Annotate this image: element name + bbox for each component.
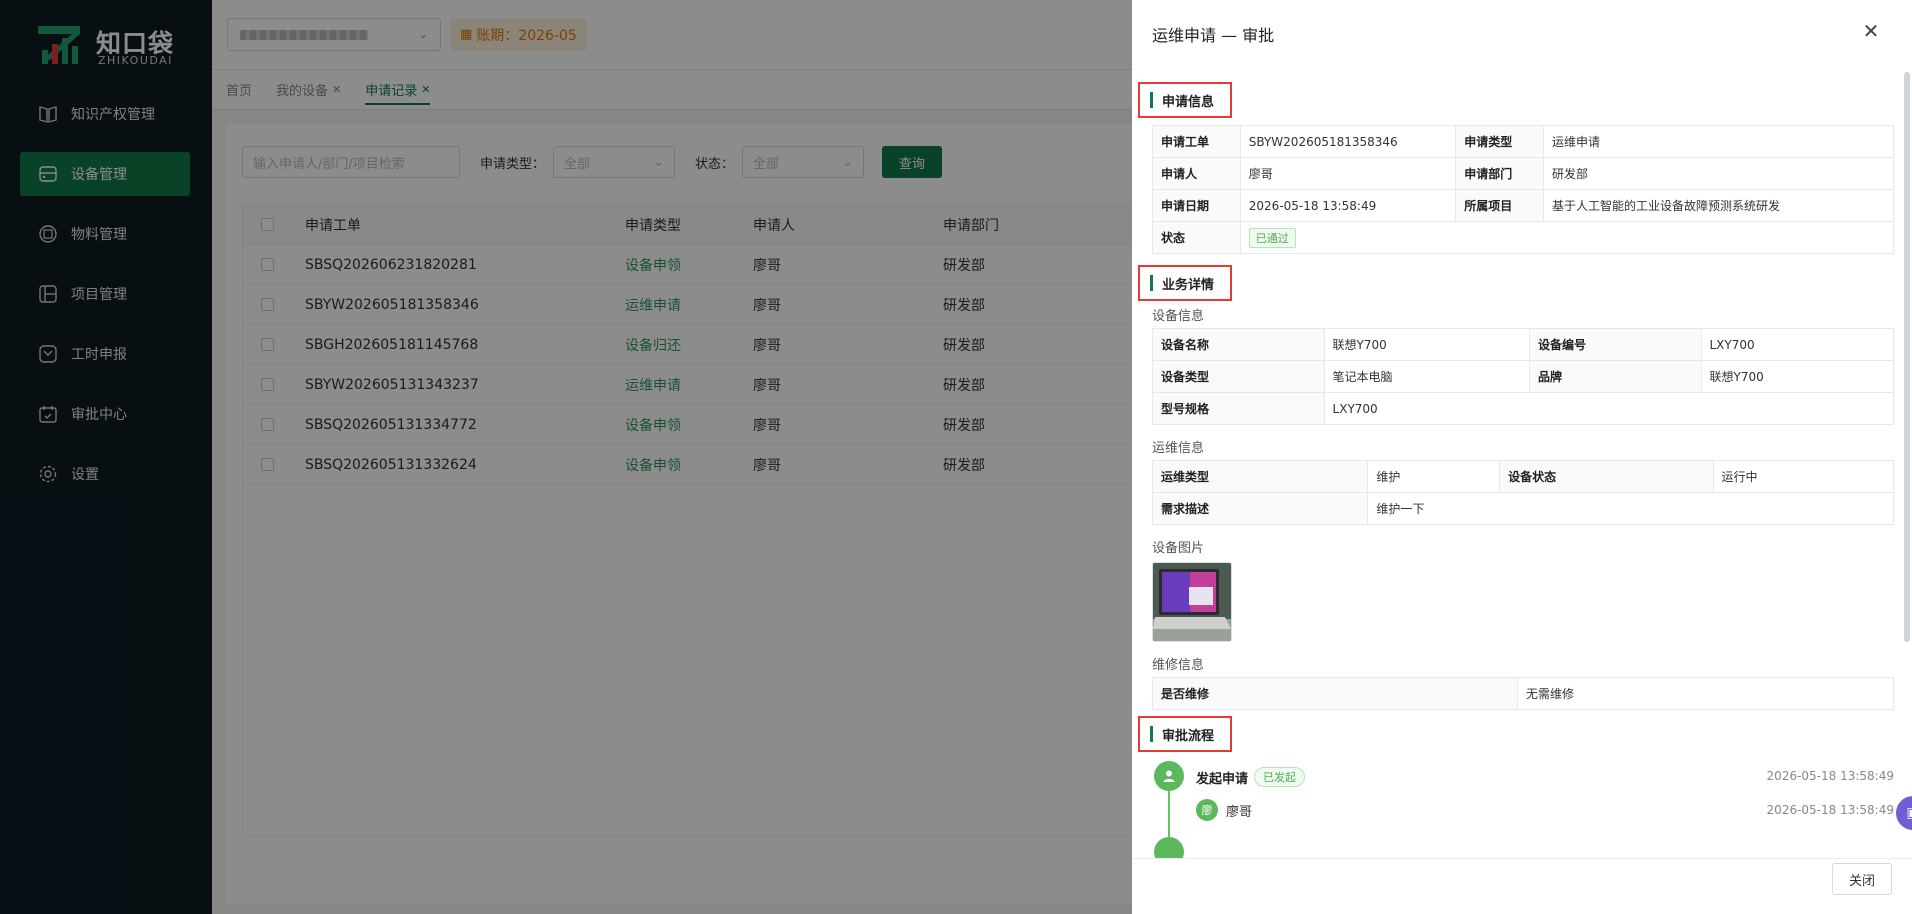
field-label: 设备编号: [1529, 329, 1702, 360]
user-time: 2026-05-18 13:58:49: [1766, 803, 1894, 817]
field-value: 无需维修: [1526, 687, 1575, 701]
close-icon[interactable]: ✕: [1860, 20, 1882, 42]
field-value-status: 已通过: [1241, 222, 1893, 253]
repair-info-table: 是否维修 无需维修: [1152, 677, 1894, 710]
scrollbar-thumb[interactable]: [1904, 72, 1910, 642]
drawer-title: 运维申请 — 审批: [1152, 26, 1275, 45]
laptop-photo-icon: [1153, 563, 1231, 641]
field-value: 联想Y700: [1325, 329, 1530, 360]
step-status-badge: 已发起: [1254, 767, 1306, 787]
field-label: 运维类型: [1153, 461, 1369, 492]
device-info-table: 设备名称 联想Y700 设备编号 LXY700 设备类型 笔记本电脑 品牌 联想…: [1152, 328, 1894, 425]
field-label: 申请部门: [1456, 158, 1544, 189]
field-value: 研发部: [1551, 167, 1588, 181]
user-name: 廖哥: [1226, 804, 1253, 820]
user-icon: [1154, 761, 1184, 791]
field-value: LXY700: [1332, 401, 1378, 416]
field-label: 申请类型: [1456, 126, 1544, 157]
field-label: 需求描述: [1153, 493, 1369, 524]
photo-title: 设备图片: [1152, 541, 1205, 556]
field-value: 联想Y700: [1709, 370, 1764, 384]
field-value: 笔记本电脑: [1325, 361, 1530, 392]
section-header-apply-info: 申请信息: [1138, 82, 1232, 118]
modal-mask[interactable]: [0, 0, 1132, 914]
step-name: 发起申请: [1196, 771, 1249, 787]
field-label: 是否维修: [1153, 678, 1519, 709]
section-title: 业务详情: [1162, 277, 1215, 293]
field-label: 所属项目: [1456, 190, 1544, 221]
field-value: 2026-05-18 13:58:49: [1241, 190, 1457, 221]
user-icon: [1154, 837, 1184, 858]
drawer-footer: 关闭: [1132, 858, 1912, 914]
section-header-business-detail: 业务详情: [1138, 265, 1232, 301]
avatar: 廖: [1196, 799, 1218, 821]
field-label: 申请工单: [1153, 126, 1241, 157]
device-photo[interactable]: [1152, 562, 1232, 642]
field-value: 运行中: [1721, 470, 1758, 484]
field-value: LXY700: [1709, 337, 1755, 352]
apply-info-table: 申请工单 SBYW202605181358346 申请类型 运维申请 申请人 廖…: [1152, 125, 1894, 254]
section-bar: [1150, 726, 1153, 742]
section-header-approval-flow: 审批流程: [1138, 716, 1232, 752]
field-value: 廖哥: [1241, 158, 1457, 189]
close-button[interactable]: 关闭: [1832, 863, 1892, 895]
ops-info-table: 运维类型 维护 设备状态 运行中 需求描述 维护一下: [1152, 460, 1894, 525]
field-label: 设备类型: [1153, 361, 1325, 392]
field-label: 设备名称: [1153, 329, 1325, 360]
field-label: 申请日期: [1153, 190, 1241, 221]
field-value: 运维申请: [1551, 135, 1600, 149]
repair-info-title: 维修信息: [1152, 658, 1205, 673]
field-label: 状态: [1153, 222, 1241, 253]
section-title: 审批流程: [1162, 728, 1215, 744]
step-user: 廖 廖哥: [1196, 799, 1252, 821]
timeline-step: 发起申请 已发起: [1196, 767, 1306, 787]
step-time: 2026-05-18 13:58:49: [1766, 769, 1894, 783]
field-label: 设备状态: [1500, 461, 1714, 492]
field-label: 型号规格: [1153, 393, 1325, 424]
field-value: 基于人工智能的工业设备故障预测系统研发: [1551, 199, 1780, 213]
drawer-body: 申请信息 申请工单 SBYW202605181358346 申请类型 运维申请 …: [1132, 68, 1912, 858]
approval-drawer: 运维申请 — 审批 ✕ 申请信息 申请工单 SBYW20260518135834…: [1132, 0, 1912, 914]
field-value: SBYW202605181358346: [1241, 126, 1457, 157]
field-label: 品牌: [1529, 361, 1702, 392]
device-info-title: 设备信息: [1152, 309, 1205, 324]
field-label: 申请人: [1153, 158, 1241, 189]
status-badge: 已通过: [1248, 227, 1296, 248]
section-bar: [1150, 92, 1153, 108]
field-value: 维护一下: [1376, 502, 1425, 516]
section-title: 申请信息: [1162, 94, 1215, 110]
field-value: 维护: [1368, 461, 1501, 492]
ops-info-title: 运维信息: [1152, 441, 1205, 456]
section-bar: [1150, 275, 1153, 291]
